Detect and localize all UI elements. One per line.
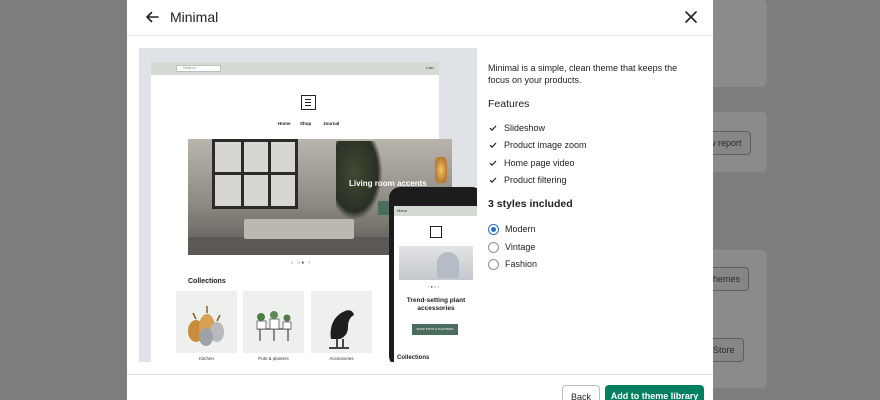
radio-unselected-icon[interactable] [488, 259, 499, 270]
feature-label: Slideshow [504, 123, 546, 133]
collection-image-accessories [311, 291, 372, 353]
theme-preview-image: Search Cart Home Shop Journal Living roo… [139, 48, 477, 362]
mobile-hero-image [399, 246, 473, 280]
modal-header: Minimal [127, 0, 713, 36]
mobile-preview: Menu ‹ ● ○ › Trend-setting plant accesso… [389, 187, 477, 362]
hero-lamp [435, 157, 447, 183]
theme-description-text: Minimal is a simple, clean theme that ke… [488, 63, 678, 85]
slideshow-dots: ‹ ○ ● › [291, 260, 311, 266]
back-button[interactable]: Back [562, 385, 600, 400]
collection-label-accessories: Accessories [329, 356, 354, 361]
preview-cart-label: Cart [426, 65, 434, 70]
close-icon[interactable] [682, 8, 700, 26]
modal-title: Minimal [170, 9, 219, 25]
style-label-vintage[interactable]: Vintage [505, 242, 535, 253]
collection-label-kitchen: Kitchen [198, 356, 214, 361]
mobile-screen: Menu ‹ ● ○ › Trend-setting plant accesso… [394, 206, 477, 362]
preview-nav-journal: Journal [323, 121, 340, 126]
features-heading: Features [488, 98, 530, 110]
feature-label: Home page video [504, 158, 575, 168]
hero-window [212, 139, 298, 209]
modal-footer: Back Add to theme library [127, 374, 713, 400]
theme-preview-modal: Minimal Search Cart Home Shop Journal Li… [127, 0, 713, 400]
check-icon [489, 177, 497, 184]
feature-label: Product image zoom [504, 140, 587, 150]
collection-label-pots: Pots & planters [258, 356, 289, 361]
add-to-theme-library-button[interactable]: Add to theme library [605, 385, 704, 400]
mobile-hero-title: Trend-setting plant accessories [406, 297, 466, 312]
mobile-menu-label: Menu [397, 208, 408, 213]
preview-search-label: Search [183, 65, 196, 70]
styles-heading: 3 styles included [488, 198, 573, 210]
check-icon [489, 125, 497, 132]
collection-image-pots [243, 291, 304, 353]
collection-image-kitchen [176, 291, 237, 353]
style-label-modern[interactable]: Modern [505, 224, 536, 235]
check-icon [489, 160, 497, 167]
style-label-fashion[interactable]: Fashion [505, 259, 537, 270]
mobile-hero-chair [437, 252, 459, 278]
check-icon [489, 142, 497, 149]
preview-logo [301, 95, 316, 110]
radio-selected-icon[interactable] [488, 224, 499, 235]
preview-collections-title: Collections [188, 278, 226, 285]
mobile-slideshow-dots: ‹ ● ○ › [428, 284, 439, 289]
theme-description: Minimal is a simple, clean theme that ke… [488, 62, 700, 86]
feature-label: Product filtering [504, 175, 567, 185]
arrow-left-icon[interactable] [143, 8, 161, 26]
mobile-logo [430, 226, 442, 238]
mobile-collections-title: Collections [397, 355, 430, 361]
preview-nav-shop: Shop [300, 121, 312, 126]
mobile-hero-button-label: SHOP POTS & PLANTERS [416, 327, 454, 331]
radio-unselected-icon[interactable] [488, 242, 499, 253]
preview-nav-home: Home [278, 121, 291, 126]
hero-table [244, 219, 354, 239]
